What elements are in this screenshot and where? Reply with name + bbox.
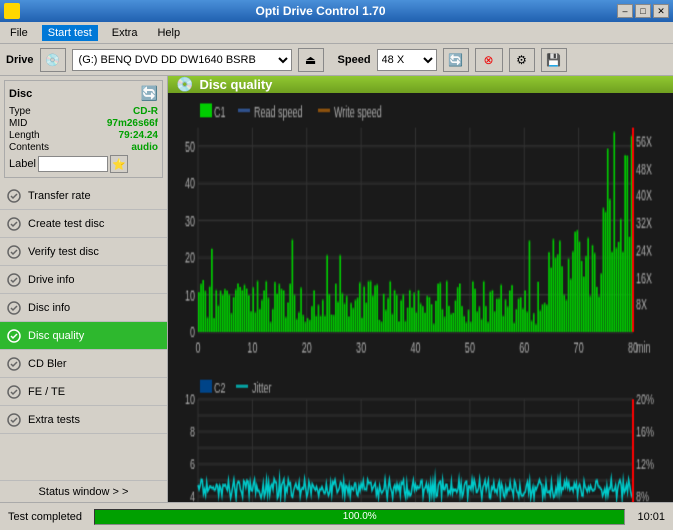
refresh-button[interactable]: 🔄 xyxy=(443,48,469,72)
disc-type-label: Type xyxy=(9,106,31,117)
disc-quality-title: Disc quality xyxy=(199,77,272,92)
main-layout: Disc 🔄 Type CD-R MID 97m26s66f Length 79… xyxy=(0,76,673,502)
progress-container: 100.0% xyxy=(94,509,625,525)
sidebar-item-drive-info[interactable]: Drive info xyxy=(0,266,167,294)
disc-type-row: Type CD-R xyxy=(9,106,158,117)
create-test-disc-icon xyxy=(6,216,22,232)
drive-info-icon xyxy=(6,272,22,288)
c1-chart xyxy=(168,93,673,370)
disc-section-title: Disc xyxy=(9,88,32,100)
drive-select[interactable]: (G:) BENQ DVD DD DW1640 BSRB xyxy=(72,49,292,71)
sidebar-item-cd-bler[interactable]: CD Bler xyxy=(0,350,167,378)
verify-test-disc-icon xyxy=(6,244,22,260)
disc-quality-header-icon: 💿 xyxy=(176,76,193,93)
disc-quality-icon xyxy=(6,328,22,344)
sidebar-item-disc-info[interactable]: Disc info xyxy=(0,294,167,322)
save-button[interactable]: 💾 xyxy=(541,48,567,72)
drive-label: Drive xyxy=(6,54,34,66)
maximize-button[interactable]: □ xyxy=(635,4,651,18)
disc-refresh-icon[interactable]: 🔄 xyxy=(141,85,158,102)
disc-section: Disc 🔄 Type CD-R MID 97m26s66f Length 79… xyxy=(4,80,163,178)
sidebar-item-verify-test-disc[interactable]: Verify test disc xyxy=(0,238,167,266)
disc-contents-value: audio xyxy=(131,142,158,153)
disc-quality-header: 💿 Disc quality xyxy=(168,76,673,93)
status-text: Test completed xyxy=(0,509,90,525)
charts-area xyxy=(168,93,673,502)
disc-length-label: Length xyxy=(9,130,40,141)
minimize-button[interactable]: – xyxy=(617,4,633,18)
speed-select[interactable]: 48 X xyxy=(377,49,437,71)
close-button[interactable]: ✕ xyxy=(653,4,669,18)
disc-mid-row: MID 97m26s66f xyxy=(9,118,158,129)
disc-contents-row: Contents audio xyxy=(9,142,158,153)
fe-te-icon xyxy=(6,384,22,400)
disc-type-value: CD-R xyxy=(133,106,158,117)
disc-action-btn[interactable]: ⊗ xyxy=(475,48,503,72)
status-window-button[interactable]: Status window > > xyxy=(0,480,167,502)
disc-label-row: Label ⭐ xyxy=(9,155,158,173)
extra-tests-icon xyxy=(6,412,22,428)
bottom-bar: Test completed 100.0% 10:01 xyxy=(0,502,673,530)
content-area: 💿 Disc quality C1 C2 Speed 8.00 X xyxy=(168,76,673,502)
menu-start-test[interactable]: Start test xyxy=(42,25,98,41)
eject-button[interactable]: ⏏ xyxy=(298,48,324,72)
sidebar-item-create-test-disc[interactable]: Create test disc xyxy=(0,210,167,238)
menu-help[interactable]: Help xyxy=(151,25,186,41)
drive-bar: Drive 💿 (G:) BENQ DVD DD DW1640 BSRB ⏏ S… xyxy=(0,44,673,76)
progress-bar: 100.0% xyxy=(95,510,624,524)
drive-icon-btn[interactable]: 💿 xyxy=(40,48,66,72)
app-icon xyxy=(4,3,20,19)
menu-file[interactable]: File xyxy=(4,25,34,41)
title-bar-controls: – □ ✕ xyxy=(617,4,669,18)
disc-mid-label: MID xyxy=(9,118,27,129)
sidebar: Disc 🔄 Type CD-R MID 97m26s66f Length 79… xyxy=(0,76,168,502)
menu-bar: File Start test Extra Help xyxy=(0,22,673,44)
sidebar-item-transfer-rate[interactable]: Transfer rate xyxy=(0,182,167,210)
progress-text: 100.0% xyxy=(95,511,624,522)
title-bar-left xyxy=(4,3,24,19)
title-bar-title: Opti Drive Control 1.70 xyxy=(24,4,617,18)
disc-mid-value: 97m26s66f xyxy=(107,118,158,129)
c2-jitter-chart xyxy=(168,370,673,502)
disc-length-row: Length 79:24.24 xyxy=(9,130,158,141)
disc-label-input[interactable] xyxy=(38,156,108,172)
disc-label-key: Label xyxy=(9,158,36,170)
disc-label-icon-btn[interactable]: ⭐ xyxy=(110,155,128,173)
transfer-rate-icon xyxy=(6,188,22,204)
disc-info-icon xyxy=(6,300,22,316)
disc-contents-label: Contents xyxy=(9,142,49,153)
disc-header: Disc 🔄 xyxy=(9,85,158,102)
disc-length-value: 79:24.24 xyxy=(119,130,158,141)
title-bar: Opti Drive Control 1.70 – □ ✕ xyxy=(0,0,673,22)
sidebar-item-fe-te[interactable]: FE / TE xyxy=(0,378,167,406)
cd-bler-icon xyxy=(6,356,22,372)
settings-button[interactable]: ⚙ xyxy=(509,48,535,72)
speed-label: Speed xyxy=(338,54,371,66)
menu-extra[interactable]: Extra xyxy=(106,25,144,41)
sidebar-item-disc-quality[interactable]: Disc quality xyxy=(0,322,167,350)
time-text: 10:01 xyxy=(629,509,673,525)
sidebar-item-extra-tests[interactable]: Extra tests xyxy=(0,406,167,434)
